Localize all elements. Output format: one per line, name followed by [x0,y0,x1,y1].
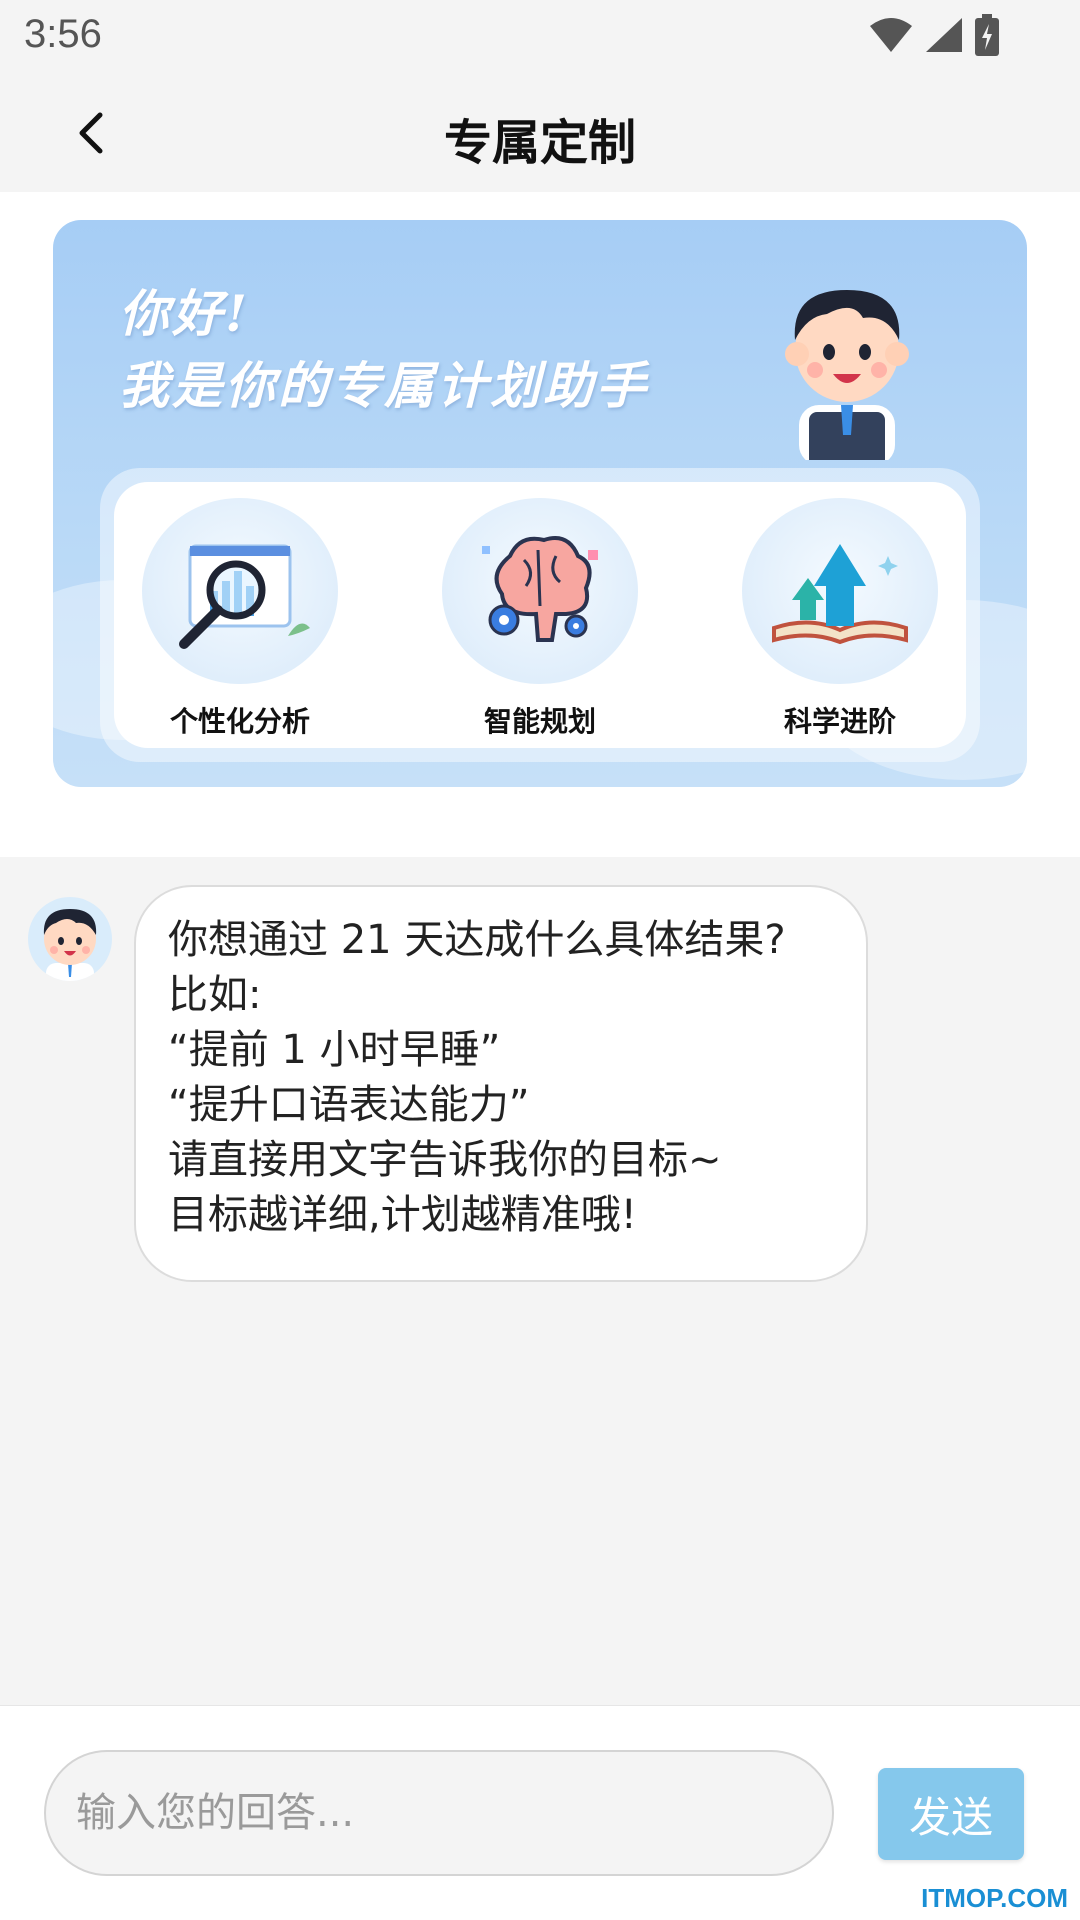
feature-icon-wrapper [442,498,638,684]
send-button[interactable]: 发送 [878,1768,1024,1860]
avatar [28,897,112,981]
greeting-line-1: 你好! [119,284,250,343]
input-bar: 发送 ITMOP.COM [0,1705,1080,1920]
message-line: 你想通过 21 天达成什么具体结果? [168,917,786,963]
feature-scientific-progress: 科学进阶 [740,498,940,740]
page-title: 专属定制 [443,115,636,171]
assistant-banner: 你好! 我是你的专属计划助手 个性化分析 智能规划 科学进阶 [53,220,1027,787]
status-icons [868,14,1000,56]
top-area: 你好! 我是你的专属计划助手 个性化分析 智能规划 科学进阶 [0,192,1080,857]
feature-smart-planning: 智能规划 [440,498,640,740]
magnifier-chart-icon [179,544,310,649]
book-arrows-icon [772,544,908,645]
brain-gears-icon [482,536,598,642]
feature-personal-analysis: 个性化分析 [140,498,340,740]
signal-icon [926,18,962,52]
chat-area[interactable]: 你想通过 21 天达成什么具体结果? 比如: “提前 1 小时早睡” “提升口语… [0,857,1080,1705]
message-line: 比如: [168,972,262,1018]
assistant-avatar-icon [43,909,97,981]
greeting-line-2: 我是你的专属计划助手 [119,356,649,415]
message-line: 目标越详细,计划越精准哦! [168,1192,637,1238]
status-time: 3:56 [24,12,102,56]
feature-icon-wrapper [142,498,338,684]
message-line: “提前 1 小时早睡” [168,1027,501,1073]
feature-label: 科学进阶 [783,705,896,738]
feature-label: 智能规划 [483,705,596,738]
assistant-mascot-icon [785,290,909,460]
status-bar: 3:56 [0,0,1080,75]
message-line: 请直接用文字告诉我你的目标~ [168,1137,722,1183]
message-line: “提升口语表达能力” [168,1082,530,1128]
feature-card: 个性化分析 智能规划 科学进阶 [114,482,966,748]
answer-input[interactable] [44,1750,834,1876]
watermark: ITMOP.COM [921,1883,1068,1913]
banner-greeting: 你好! 我是你的专属计划助手 [119,278,649,422]
feature-label: 个性化分析 [169,705,310,738]
app-bar: 专属定制 [0,75,1080,192]
assistant-message-bubble: 你想通过 21 天达成什么具体结果? 比如: “提前 1 小时早睡” “提升口语… [134,885,868,1282]
battery-charging-icon [975,14,999,56]
wifi-icon [870,18,912,52]
feature-icon-wrapper [742,498,938,684]
feature-panel: 个性化分析 智能规划 科学进阶 [100,468,980,762]
